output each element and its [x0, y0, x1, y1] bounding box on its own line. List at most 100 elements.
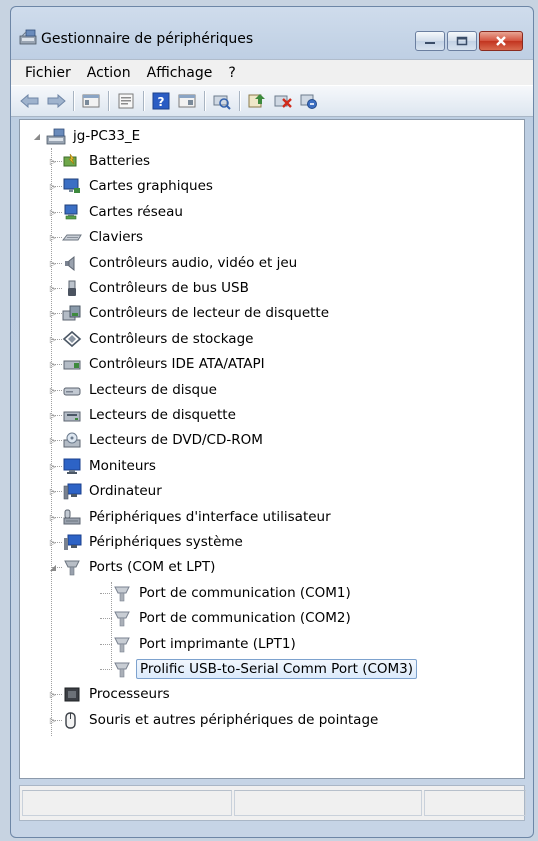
maximize-button[interactable] [447, 31, 477, 51]
disable-button[interactable] [298, 90, 320, 112]
computer-icon [63, 483, 82, 500]
status-cell [424, 790, 526, 816]
category-label: Moniteurs [89, 458, 156, 474]
category-label: Cartes réseau [89, 204, 183, 220]
audio-icon [65, 255, 75, 272]
expand-arrow-icon[interactable]: ▷ [48, 359, 58, 369]
menu-affichage[interactable]: Affichage [139, 65, 221, 81]
tree-category[interactable]: ▷ Périphériques système [48, 530, 246, 554]
forward-button[interactable] [45, 90, 67, 112]
port-label: Port de communication (COM1) [139, 585, 351, 601]
expand-arrow-icon[interactable]: ▷ [48, 689, 58, 699]
help-icon: ? [152, 92, 170, 110]
tree-category[interactable]: ▷ Contrôleurs audio, vidéo et jeu [48, 251, 300, 275]
tree-category[interactable]: ▷ Souris et autres périphériques de point… [48, 708, 381, 732]
port-item[interactable]: Port de communication (COM1) [100, 581, 354, 605]
toolbar-separator [143, 91, 144, 111]
tree-connector [100, 669, 112, 670]
expand-arrow-icon[interactable]: ▷ [48, 537, 58, 547]
tree-category[interactable]: ▷ Processeurs [48, 682, 173, 706]
category-label: Contrôleurs IDE ATA/ATAPI [89, 356, 265, 372]
expand-arrow-icon[interactable]: ▷ [48, 512, 58, 522]
device-tree[interactable]: ◢ jg-PC33_E ▷ Batteries ▷ Cartes graphiques… [19, 119, 525, 779]
tree-category[interactable]: ▷ Moniteurs [48, 454, 159, 478]
selected-port-label: Prolific USB-to-Serial Comm Port (COM3) [136, 659, 418, 679]
device-manager-window: Gestionnaire de périphériques Fichier Ac… [10, 6, 534, 838]
collapse-arrow-icon[interactable]: ◢ [32, 131, 42, 141]
expand-arrow-icon[interactable]: ▷ [48, 334, 58, 344]
expand-arrow-icon[interactable]: ▷ [48, 181, 58, 191]
properties-icon [118, 93, 134, 109]
status-cell [234, 790, 422, 816]
console-tree-button[interactable] [80, 90, 102, 112]
category-label: Souris et autres périphériques de pointa… [89, 712, 379, 728]
uninstall-button[interactable] [272, 90, 294, 112]
serial-port-icon [114, 662, 130, 678]
tree-category[interactable]: ▷ Cartes réseau [48, 200, 186, 224]
tree-category[interactable]: ▷ Contrôleurs de stockage [48, 327, 256, 351]
expand-arrow-icon[interactable]: ▷ [48, 715, 58, 725]
menu-bar: Fichier Action Affichage ? [11, 59, 533, 85]
computer-root-icon [46, 128, 66, 145]
update-driver-button[interactable] [246, 90, 268, 112]
expand-arrow-icon[interactable]: ▷ [48, 156, 58, 166]
port-item[interactable]: Prolific USB-to-Serial Comm Port (COM3) [100, 657, 418, 681]
tree-category[interactable]: ▷ Lecteurs de disquette [48, 403, 239, 427]
tree-category[interactable]: ▷ Contrôleurs de bus USB [48, 276, 252, 300]
category-label: Cartes graphiques [89, 178, 213, 194]
expand-arrow-icon[interactable]: ▷ [48, 461, 58, 471]
scan-hardware-button[interactable] [211, 90, 233, 112]
minimize-button[interactable] [415, 31, 445, 51]
expand-arrow-icon[interactable]: ▷ [48, 486, 58, 496]
show-hidden-button[interactable] [176, 90, 198, 112]
back-button[interactable] [19, 90, 41, 112]
expand-arrow-icon[interactable]: ▷ [48, 232, 58, 242]
help-button[interactable]: ? [150, 90, 172, 112]
port-item[interactable]: Port de communication (COM2) [100, 606, 354, 630]
menu-help[interactable]: ? [220, 65, 243, 81]
expand-arrow-icon[interactable]: ▷ [48, 207, 58, 217]
monitor-icon [63, 458, 81, 474]
properties-button[interactable] [115, 90, 137, 112]
tree-category[interactable]: ▷ Lecteurs de disque [48, 378, 220, 402]
menu-fichier[interactable]: Fichier [17, 65, 79, 81]
expand-arrow-icon[interactable]: ▷ [48, 258, 58, 268]
category-label: Ordinateur [89, 483, 162, 499]
tree-connector [100, 618, 112, 619]
expand-arrow-icon[interactable]: ▷ [48, 435, 58, 445]
port-item[interactable]: Port imprimante (LPT1) [100, 632, 299, 656]
category-label: Contrôleurs de lecteur de disquette [89, 305, 330, 321]
category-label: Processeurs [89, 686, 170, 702]
tree-category[interactable]: ▷ Claviers [48, 225, 146, 249]
category-label: Lecteurs de disque [89, 382, 217, 398]
expand-arrow-icon[interactable]: ▷ [48, 410, 58, 420]
display-adapter-icon [63, 178, 80, 193]
tree-category[interactable]: ▷ Cartes graphiques [48, 174, 216, 198]
floppy-controller-icon [62, 305, 81, 321]
expand-arrow-icon[interactable]: ▷ [48, 283, 58, 293]
collapse-arrow-icon[interactable]: ◢ [48, 562, 58, 572]
close-button[interactable] [479, 31, 523, 51]
tree-category[interactable]: ▷ Lecteurs de DVD/CD-ROM [48, 428, 266, 452]
tree-category[interactable]: ▷ Périphériques d'interface utilisateur [48, 505, 334, 529]
expand-arrow-icon[interactable]: ▷ [48, 308, 58, 318]
tree-category[interactable]: ▷ Batteries [48, 149, 153, 173]
battery-icon [63, 153, 77, 167]
tree-root[interactable]: ◢ jg-PC33_E [32, 124, 143, 148]
ide-controller-icon [63, 360, 81, 370]
tree-category[interactable]: ◢ Ports (COM et LPT) [48, 555, 218, 579]
category-label: Périphériques système [89, 534, 243, 550]
serial-port-icon [114, 586, 130, 602]
tree-category[interactable]: ▷ Contrôleurs de lecteur de disquette [48, 301, 332, 325]
update-driver-icon [248, 94, 265, 108]
tree-category[interactable]: ▷ Contrôleurs IDE ATA/ATAPI [48, 352, 268, 376]
expand-arrow-icon[interactable]: ▷ [48, 385, 58, 395]
console-tree-icon [82, 94, 100, 108]
scan-hardware-icon [213, 95, 231, 110]
toolbar-separator [239, 91, 240, 111]
menu-action[interactable]: Action [79, 65, 139, 81]
category-label: Périphériques d'interface utilisateur [89, 509, 331, 525]
tree-category[interactable]: ▷ Ordinateur [48, 479, 165, 503]
port-icon [64, 560, 80, 576]
title-bar[interactable]: Gestionnaire de périphériques [11, 7, 533, 59]
